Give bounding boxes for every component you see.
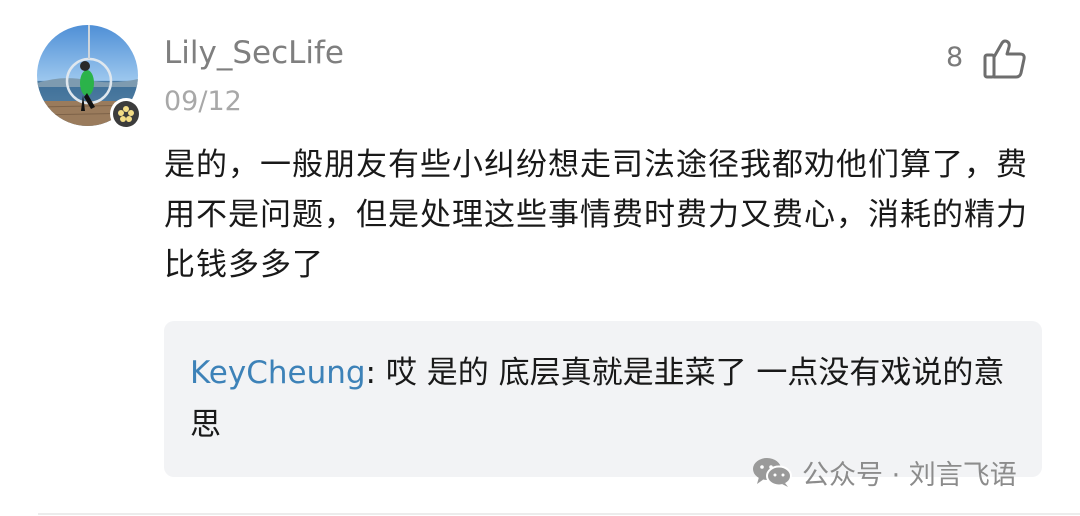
- divider: [38, 513, 1080, 515]
- reply-separator: :: [365, 355, 386, 391]
- thumbs-up-icon[interactable]: [983, 38, 1027, 80]
- comment-card: Lily_SecLife 09/12 8 是的，一般朋友有些小纠纷想走司法途径我…: [0, 0, 1080, 516]
- like-count: 8: [946, 42, 964, 73]
- watermark-text: 公众号 · 刘言飞语: [802, 459, 1017, 491]
- wechat-icon: [753, 458, 792, 487]
- flower-badge-icon: [110, 98, 142, 130]
- reply-content: KeyCheung: 哎 是的 底层真就是韭菜了 一点没有戏说的意思: [190, 347, 1030, 451]
- reply-author[interactable]: KeyCheung: [190, 355, 366, 391]
- username[interactable]: Lily_SecLife: [164, 33, 344, 73]
- comment-date: 09/12: [164, 86, 242, 117]
- comment-text: 是的，一般朋友有些小纠纷想走司法途径我都劝他们算了，费用不是问题，但是处理这些事…: [164, 147, 1028, 283]
- watermark: 公众号 · 刘言飞语: [752, 450, 1017, 494]
